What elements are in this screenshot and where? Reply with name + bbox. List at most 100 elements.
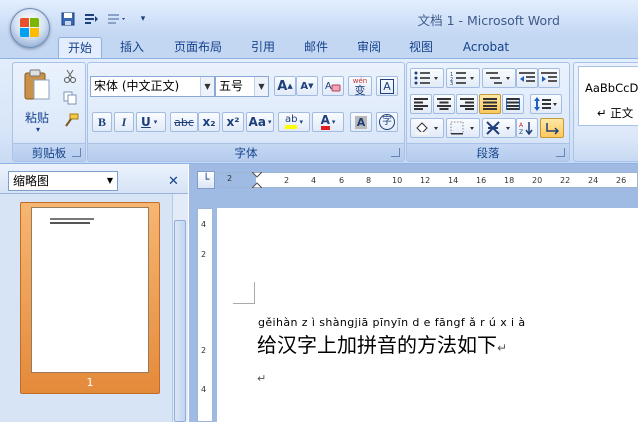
ruler-tick-label: 22 <box>560 176 571 185</box>
thumbnail-page-number: 1 <box>86 376 94 389</box>
ruler-tick-label: 4 <box>311 176 317 185</box>
font-launcher-icon[interactable] <box>391 148 400 157</box>
ruler-tick-label: 4 <box>201 220 207 229</box>
paragraph-group-label: 段落 <box>407 143 569 161</box>
font-color-button[interactable]: A ▾ <box>312 112 344 132</box>
tab-acrobat[interactable]: Acrobat <box>455 37 517 59</box>
window-title: 文档 1 - Microsoft Word <box>417 13 560 28</box>
scrollbar-thumb[interactable] <box>174 220 186 422</box>
tab-selector[interactable]: └ <box>197 171 215 189</box>
font-color-icon: A <box>320 114 330 130</box>
style-normal[interactable]: AaBbCcD ↵ 正文 <box>578 66 638 126</box>
grow-font-icon: A <box>277 78 288 94</box>
copy-icon[interactable] <box>63 91 77 108</box>
phonetic-guide-button[interactable]: wén 变 <box>348 76 372 96</box>
sort-icon: AZ <box>519 122 533 135</box>
close-icon[interactable]: ✕ <box>168 174 179 189</box>
increase-indent-button[interactable] <box>538 68 560 88</box>
superscript-button[interactable]: x² <box>222 112 244 132</box>
change-case-icon: Aa <box>248 115 266 129</box>
sort-button[interactable]: AZ <box>516 118 538 138</box>
decrease-indent-button[interactable] <box>516 68 538 88</box>
numbering-button[interactable]: 123 <box>446 68 480 88</box>
office-button[interactable] <box>10 8 50 48</box>
distributed-icon <box>506 98 520 110</box>
view-selector[interactable]: 缩略图 ▼ <box>8 171 118 191</box>
enclose-characters-button[interactable]: 字 <box>376 112 398 132</box>
align-right-button[interactable] <box>456 94 478 114</box>
word-window: ▾ 文档 1 - Microsoft Word 开始 插入 页面布局 引用 邮件… <box>0 0 638 422</box>
svg-text:3: 3 <box>450 81 453 85</box>
clipboard-launcher-icon[interactable] <box>72 148 81 157</box>
tab-insert[interactable]: 插入 <box>112 37 152 59</box>
tab-review[interactable]: 审阅 <box>349 37 389 59</box>
font-size-value: 五号 <box>219 79 244 93</box>
justify-button[interactable] <box>479 94 501 114</box>
tab-page-layout[interactable]: 页面布局 <box>166 37 230 59</box>
align-left-icon <box>414 98 428 110</box>
document-text[interactable]: 给汉字上加拼音的方法如下↵ <box>257 329 507 358</box>
character-shading-icon: A <box>354 115 368 129</box>
enclose-characters-icon: 字 <box>379 114 395 130</box>
align-center-button[interactable] <box>433 94 455 114</box>
clear-formatting-button[interactable]: A <box>322 76 344 96</box>
tab-references[interactable]: 引用 <box>243 37 283 59</box>
italic-button[interactable]: I <box>114 112 134 132</box>
character-border-button[interactable]: A <box>376 76 398 96</box>
ruler-tick-label: 8 <box>366 176 372 185</box>
indent-marker-icon[interactable] <box>250 171 264 191</box>
shrink-font-button[interactable]: A ▼ <box>296 76 318 96</box>
character-shading-button[interactable]: A <box>350 112 372 132</box>
paste-button[interactable]: 粘贴 ▾ <box>17 67 57 139</box>
tab-view[interactable]: 视图 <box>401 37 441 59</box>
margin-corner-mark <box>233 282 255 304</box>
ruler-tick-label: 12 <box>420 176 431 185</box>
empty-paragraph-mark: ↵ <box>257 372 267 385</box>
paste-icon <box>23 69 51 104</box>
line-spacing-icon <box>534 97 557 111</box>
bullets-icon <box>414 71 438 85</box>
subscript-button[interactable]: x₂ <box>198 112 220 132</box>
grow-font-button[interactable]: A ▲ <box>274 76 296 96</box>
shading-button[interactable] <box>410 118 444 138</box>
multilevel-list-button[interactable] <box>482 68 516 88</box>
change-case-button[interactable]: Aa ▾ <box>246 112 274 132</box>
font-size-combo[interactable]: 五号 ▼ <box>215 76 269 97</box>
chevron-down-icon: ▼ <box>200 77 214 96</box>
paragraph-launcher-icon[interactable] <box>556 148 565 157</box>
ruler-tick-label: 6 <box>339 176 345 185</box>
highlight-button[interactable]: ab ▾ <box>278 112 310 132</box>
ruler-tick-label: 14 <box>448 176 459 185</box>
bold-button[interactable]: B <box>92 112 112 132</box>
increase-indent-icon <box>541 72 557 82</box>
align-left-button[interactable] <box>410 94 432 114</box>
underline-button[interactable]: U ▾ <box>136 112 166 132</box>
ruler-tick-label: 24 <box>588 176 599 185</box>
numbering-icon: 123 <box>450 72 474 85</box>
document-page[interactable]: gěihàn z ì shàngjiā pīnyīn d e fāngf ǎ r… <box>217 208 638 422</box>
svg-text:A: A <box>325 81 332 92</box>
tab-home[interactable]: 开始 <box>58 37 102 59</box>
chevron-down-icon: ▾ <box>267 118 272 126</box>
borders-button[interactable] <box>446 118 480 138</box>
format-painter-icon[interactable] <box>63 113 79 130</box>
show-hide-marks-button[interactable] <box>540 118 564 138</box>
distributed-button[interactable] <box>502 94 524 114</box>
line-spacing-button[interactable] <box>530 94 562 114</box>
svg-text:Z: Z <box>519 129 523 135</box>
strikethrough-button[interactable]: abc <box>170 112 198 132</box>
bullets-button[interactable] <box>410 68 444 88</box>
asian-layout-icon <box>486 121 510 135</box>
asian-layout-button[interactable] <box>482 118 516 138</box>
font-name-combo[interactable]: 宋体 (中文正文) ▼ <box>90 76 215 97</box>
paragraph-mark: ↵ <box>497 341 508 355</box>
ruler-tick-label: 2 <box>284 176 290 185</box>
align-center-icon <box>437 98 451 110</box>
clear-formatting-icon: A <box>325 81 341 92</box>
cut-icon[interactable] <box>63 69 77 86</box>
chevron-down-icon: ▼ <box>254 77 268 96</box>
justify-icon <box>483 98 497 110</box>
document-text-content: 给汉字上加拼音的方法如下 <box>257 333 497 357</box>
tab-mailings[interactable]: 邮件 <box>296 37 336 59</box>
ruler-tick-label: 10 <box>392 176 403 185</box>
